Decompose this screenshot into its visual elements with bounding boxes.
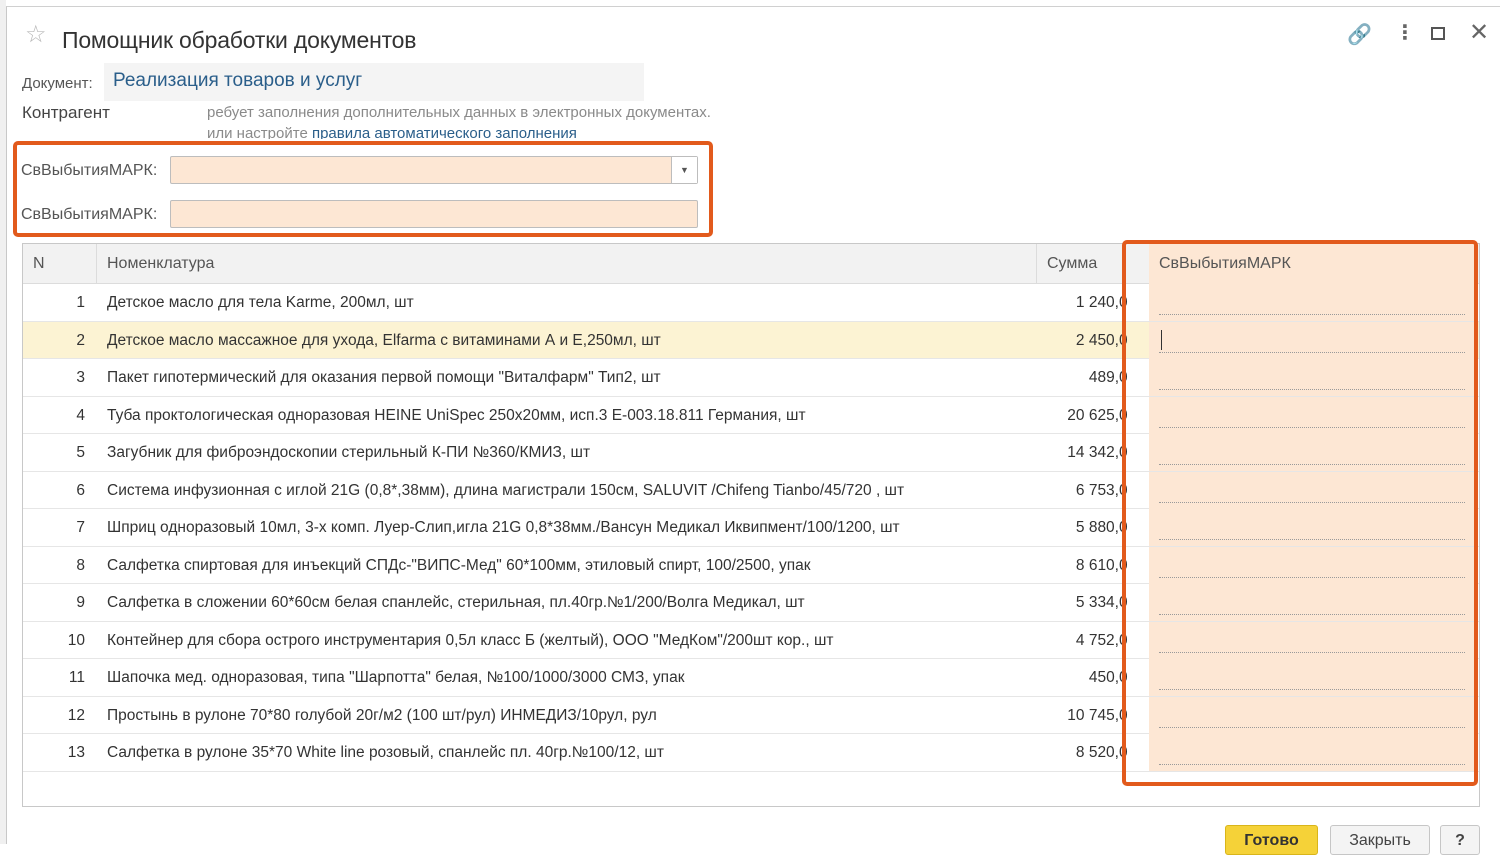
row-sum: 1 240, — [1075, 294, 1119, 311]
row-nomenclature: Салфетка в сложении 60*60см белая спанле… — [107, 594, 805, 611]
row-sum: 5 334, — [1075, 594, 1119, 611]
row-sum: 4 752, — [1075, 631, 1119, 649]
star-icon[interactable]: ☆ — [25, 23, 47, 47]
help-button[interactable]: ? — [1440, 825, 1480, 855]
row-number: 12 — [67, 706, 85, 724]
row-nomenclature: Туба проктологическая одноразовая HEINE … — [107, 406, 806, 424]
hint-prefix: или настройте — [207, 125, 312, 139]
maximize-icon[interactable] — [1431, 27, 1445, 40]
row-nomenclature: Детское масло для тела Karme, 200мл, шт — [107, 294, 414, 311]
row-number: 2 — [76, 331, 85, 349]
row-nomenclature: Контейнер для сбора острого инструментар… — [107, 631, 834, 649]
col-header-n[interactable]: N — [23, 244, 97, 284]
row-nomenclature: Шприц одноразовый 10мл, 3-х комп. Луер-С… — [107, 519, 900, 536]
row-sum: 6 753, — [1075, 481, 1119, 499]
title-bar: ☆ Помощник обработки документов 🔗 ⋮ ✕ — [7, 7, 1500, 63]
row-sum: 14 342, — [1067, 444, 1119, 461]
document-row: Документ: Реализация товаров и услуг — [22, 63, 652, 101]
row-number: 8 — [76, 556, 85, 574]
contractor-label: Контрагент — [22, 103, 110, 122]
row-number: 5 — [76, 444, 85, 461]
col-header-sum[interactable]: Сумма — [1037, 244, 1123, 284]
row-number: 1 — [76, 294, 85, 311]
window-title: Помощник обработки документов — [62, 27, 417, 53]
dialog-window: ☆ Помощник обработки документов 🔗 ⋮ ✕ До… — [6, 6, 1500, 855]
row-nomenclature: Пакет гипотермический для оказания перво… — [107, 369, 661, 386]
highlight-frame-column — [1122, 240, 1478, 786]
hint-text: ребует заполнения дополнительных данных … — [207, 104, 711, 121]
link-icon[interactable]: 🔗 — [1347, 25, 1372, 45]
row-number: 7 — [76, 519, 85, 536]
row-number: 11 — [68, 669, 85, 686]
row-nomenclature: Салфетка в рулоне 35*70 White line розов… — [107, 744, 664, 761]
row-number: 6 — [76, 481, 85, 499]
row-nomenclature: Система инфузионная с иглой 21G (0,8*,38… — [107, 481, 905, 499]
row-number: 13 — [67, 744, 85, 761]
row-sum: 20 625, — [1067, 406, 1119, 424]
row-sum: 10 745, — [1067, 706, 1119, 724]
col-header-nomenclature[interactable]: Номенклатура — [97, 244, 1037, 284]
row-number: 3 — [76, 369, 85, 386]
row-sum: 5 880, — [1075, 519, 1119, 536]
row-nomenclature: Салфетка спиртовая для инъекций СПДс-"ВИ… — [107, 556, 811, 574]
row-number: 9 — [76, 594, 85, 611]
highlight-frame-fields — [13, 141, 713, 237]
more-icon[interactable]: ⋮ — [1395, 23, 1415, 43]
row-sum: 2 450, — [1075, 331, 1119, 349]
row-sum: 450, — [1088, 669, 1119, 686]
row-sum: 8 610, — [1075, 556, 1119, 574]
row-number: 10 — [67, 631, 85, 649]
close-button[interactable]: Закрыть — [1330, 825, 1430, 855]
document-label: Документ: — [22, 75, 93, 92]
document-link[interactable]: Реализация товаров и услуг — [113, 70, 362, 92]
row-nomenclature: Простынь в рулоне 70*80 голубой 20г/м2 (… — [107, 706, 657, 724]
auto-fill-rules-link[interactable]: правила автоматического заполнения — [312, 125, 577, 139]
row-sum: 8 520, — [1075, 744, 1119, 761]
hint-text-2: или настройте правила автоматического за… — [25, 125, 625, 139]
row-number: 4 — [76, 406, 85, 424]
row-nomenclature: Загубник для фиброэндоскопии стерильный … — [107, 444, 591, 461]
close-icon[interactable]: ✕ — [1469, 21, 1489, 45]
row-nomenclature: Шапочка мед. одноразовая, типа "Шарпотта… — [107, 669, 685, 686]
row-nomenclature: Детское масло массажное для ухода, Elfar… — [107, 331, 661, 349]
done-button[interactable]: Готово — [1225, 825, 1318, 855]
row-sum: 489, — [1088, 369, 1119, 386]
